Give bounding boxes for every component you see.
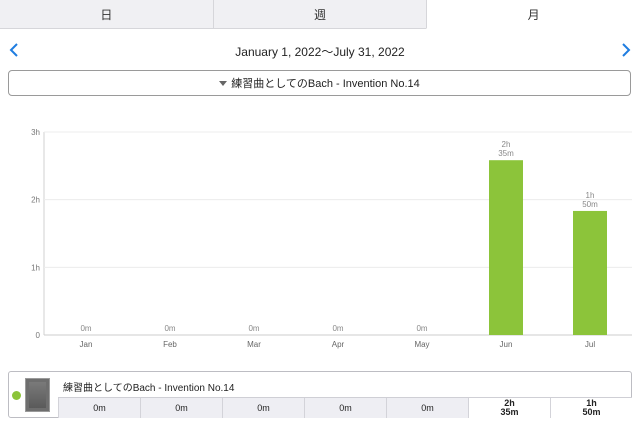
score-thumbnail bbox=[25, 378, 50, 412]
x-tick-label: Jan bbox=[80, 340, 93, 349]
piece-selector[interactable]: 練習曲としてのBach - Invention No.14 bbox=[8, 70, 631, 96]
total-jun: 2h 35m bbox=[468, 398, 550, 418]
bar-chart-svg: 01h2h3h0mJan0mFeb0mMar0mApr0mMay2h35mJun… bbox=[31, 128, 632, 349]
next-period-button[interactable] bbox=[616, 40, 636, 60]
piece-selector-label: 練習曲としてのBach - Invention No.14 bbox=[231, 78, 420, 90]
practice-time-chart: 0 1h 2h 3h 0m Jan 0m Feb 0m Mar 0m Apr 0m May 2h 35m Jun… bbox=[0, 120, 640, 355]
data-label: 1h bbox=[586, 191, 595, 200]
total-feb: 0m bbox=[140, 398, 222, 418]
bar bbox=[489, 160, 523, 335]
total-jul: 1h 50m bbox=[550, 398, 632, 418]
total-jan: 0m bbox=[58, 398, 140, 418]
data-label: 0m bbox=[416, 324, 427, 333]
piece-summary-row[interactable]: 練習曲としてのBach - Invention No.14 0m 0m 0m 0… bbox=[8, 371, 632, 418]
bar bbox=[573, 210, 607, 335]
total-mar: 0m bbox=[222, 398, 304, 418]
date-navigator: January 1, 2022〜July 31, 2022 bbox=[0, 38, 640, 62]
caret-down-icon bbox=[219, 81, 228, 86]
tab-month[interactable]: 月 bbox=[426, 0, 640, 29]
piece-title: 練習曲としてのBach - Invention No.14 bbox=[63, 383, 235, 394]
tab-week[interactable]: 週 bbox=[212, 0, 427, 28]
y-tick-label: 3h bbox=[31, 128, 40, 137]
data-label: 0m bbox=[80, 324, 91, 333]
data-label: 0m bbox=[164, 324, 175, 333]
x-tick-label: Jul bbox=[585, 340, 595, 349]
total-apr: 0m bbox=[304, 398, 386, 418]
data-label: 50m bbox=[582, 200, 598, 209]
y-tick-label: 1h bbox=[31, 263, 40, 272]
monthly-totals: 0m 0m 0m 0m 0m 2h 35m 1h 50m bbox=[58, 397, 632, 418]
y-tick-label: 0 bbox=[36, 331, 41, 340]
total-may: 0m bbox=[386, 398, 468, 418]
data-label: 0m bbox=[332, 324, 343, 333]
series-color-dot bbox=[12, 391, 21, 400]
x-tick-label: Jun bbox=[500, 340, 513, 349]
x-tick-label: May bbox=[414, 340, 429, 349]
y-tick-label: 2h bbox=[31, 196, 40, 205]
data-label: 35m bbox=[498, 149, 514, 158]
x-tick-label: Feb bbox=[163, 340, 177, 349]
tab-day[interactable]: 日 bbox=[0, 0, 213, 28]
x-tick-label: Apr bbox=[332, 340, 345, 349]
period-tabs: 日 週 月 bbox=[0, 0, 640, 29]
x-tick-label: Mar bbox=[247, 340, 261, 349]
data-label: 0m bbox=[248, 324, 259, 333]
date-range-label: January 1, 2022〜July 31, 2022 bbox=[235, 45, 405, 59]
data-label: 2h bbox=[502, 140, 511, 149]
chevron-right-icon bbox=[622, 43, 631, 57]
